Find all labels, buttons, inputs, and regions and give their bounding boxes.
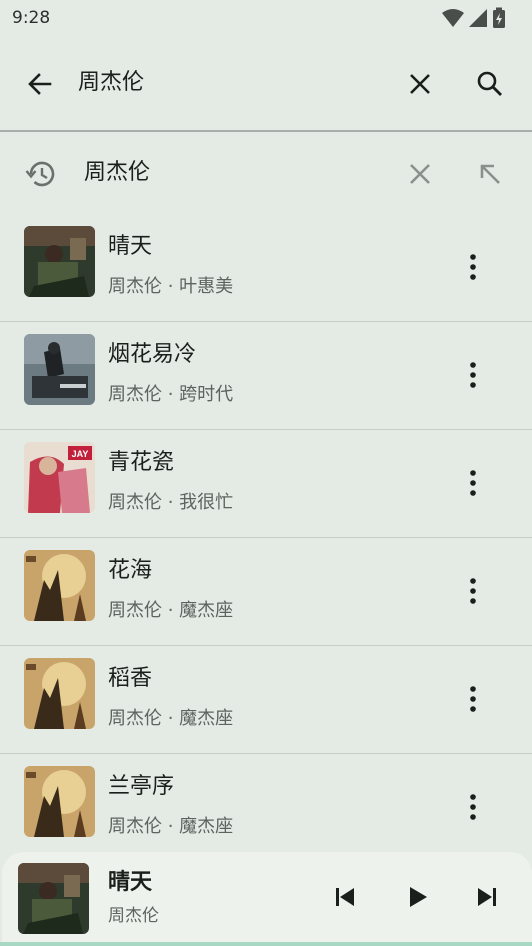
back-button[interactable]: [22, 66, 58, 102]
album-cover: [24, 766, 95, 837]
more-vertical-icon: [470, 578, 476, 604]
skip-previous-icon: [336, 888, 354, 906]
album-cover: [24, 226, 95, 297]
album-badge-text: JAY: [72, 449, 89, 459]
album-cover: [24, 658, 95, 729]
close-icon: [410, 74, 430, 94]
more-options-button[interactable]: [456, 574, 490, 608]
more-vertical-icon: [470, 470, 476, 496]
wifi-icon: [442, 8, 464, 28]
song-row[interactable]: 兰亭序 周杰伦 · 魔杰座: [0, 754, 532, 862]
more-vertical-icon: [470, 362, 476, 388]
song-title: 晴天: [108, 234, 153, 259]
song-title: 青花瓷: [108, 450, 175, 475]
skip-next-icon: [478, 888, 496, 906]
album-cover: [24, 334, 95, 405]
playback-progress[interactable]: [0, 942, 532, 946]
album-cover: [24, 550, 95, 621]
suggestion-label: 周杰伦: [84, 160, 151, 185]
now-playing-title: 晴天: [108, 870, 153, 895]
song-row[interactable]: 花海 周杰伦 · 魔杰座: [0, 538, 532, 646]
arrow-left-icon: [28, 73, 52, 95]
search-input[interactable]: 周杰伦: [78, 66, 144, 100]
song-row[interactable]: 烟花易冷 周杰伦 · 跨时代: [0, 322, 532, 430]
song-list: 晴天 周杰伦 · 叶惠美 烟花易冷 周杰伦 · 跨时代 JAY 青花瓷 周杰伦 …: [0, 214, 532, 862]
more-options-button[interactable]: [456, 358, 490, 392]
song-row[interactable]: 晴天 周杰伦 · 叶惠美: [0, 214, 532, 322]
status-icons: [442, 7, 506, 29]
search-button[interactable]: [472, 66, 508, 102]
more-options-button[interactable]: [456, 466, 490, 500]
song-row[interactable]: 稻香 周杰伦 · 魔杰座: [0, 646, 532, 754]
more-vertical-icon: [470, 254, 476, 280]
song-subtitle: 周杰伦 · 我很忙: [108, 492, 234, 513]
status-time: 9:28: [12, 8, 51, 28]
previous-button[interactable]: [330, 882, 360, 912]
search-icon: [477, 71, 502, 96]
clear-search-button[interactable]: [402, 66, 438, 102]
remove-suggestion-button[interactable]: [402, 156, 438, 192]
song-subtitle: 周杰伦 · 魔杰座: [108, 600, 234, 621]
song-title: 稻香: [108, 666, 153, 691]
more-options-button[interactable]: [456, 682, 490, 716]
more-options-button[interactable]: [456, 790, 490, 824]
battery-icon: [492, 7, 506, 29]
play-icon: [410, 887, 427, 907]
history-icon: [24, 157, 58, 191]
song-subtitle: 周杰伦 · 跨时代: [108, 384, 234, 405]
song-title: 烟花易冷: [108, 342, 197, 367]
song-subtitle: 周杰伦 · 魔杰座: [108, 708, 234, 729]
song-subtitle: 周杰伦 · 叶惠美: [108, 276, 234, 297]
fill-suggestion-button[interactable]: [472, 156, 508, 192]
signal-icon: [468, 8, 488, 28]
song-title: 兰亭序: [108, 774, 175, 799]
song-title: 花海: [108, 558, 153, 583]
arrow-up-left-icon: [480, 164, 500, 184]
more-options-button[interactable]: [456, 250, 490, 284]
song-subtitle: 周杰伦 · 魔杰座: [108, 816, 234, 837]
song-row[interactable]: JAY 青花瓷 周杰伦 · 我很忙: [0, 430, 532, 538]
now-playing-artist: 周杰伦: [108, 906, 159, 926]
search-bar: 周杰伦: [0, 36, 532, 130]
more-vertical-icon: [470, 686, 476, 712]
more-vertical-icon: [470, 794, 476, 820]
now-playing-cover: [18, 863, 89, 934]
status-bar: 9:28: [0, 0, 532, 36]
next-button[interactable]: [472, 882, 502, 912]
close-icon: [410, 164, 430, 184]
album-cover: JAY: [24, 442, 95, 513]
play-button[interactable]: [402, 882, 432, 912]
mini-player[interactable]: 晴天 周杰伦: [2, 852, 532, 946]
search-suggestion[interactable]: 周杰伦: [0, 140, 532, 206]
search-divider: [0, 130, 532, 132]
